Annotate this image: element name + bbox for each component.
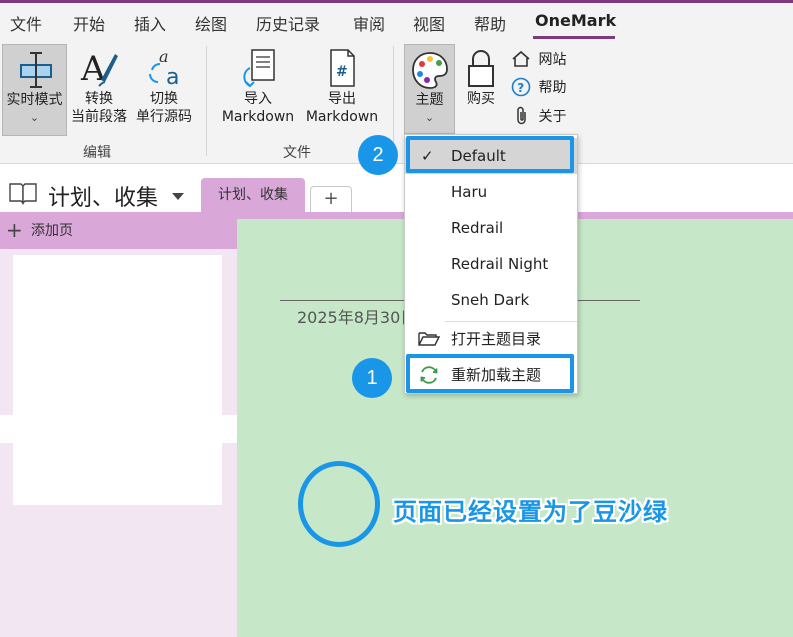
help-label: 帮助 <box>538 80 567 96</box>
group-label-edit: 编辑 <box>83 145 111 161</box>
menu-tab-help[interactable]: 帮助 <box>474 11 506 35</box>
convert-paragraph-button[interactable]: A 转换 当前段落 <box>68 46 130 126</box>
chevron-down-icon: ⌄ <box>29 111 40 124</box>
svg-text:a: a <box>166 65 179 90</box>
theme-option-redrail-night[interactable]: Redrail Night <box>405 246 577 282</box>
plus-icon: + <box>6 218 23 242</box>
menu-tab-insert[interactable]: 插入 <box>134 11 166 35</box>
menu-tab-draw[interactable]: 绘图 <box>195 11 227 35</box>
import-markdown-button[interactable]: 导入 Markdown <box>216 46 300 126</box>
add-page-label: 添加页 <box>31 223 73 239</box>
theme-option-label: Redrail <box>451 219 504 237</box>
add-page-button[interactable]: + 添加页 <box>0 212 237 249</box>
page-list-pane: + 添加页 <box>0 212 237 637</box>
menu-tab-onemark[interactable]: OneMark <box>535 11 616 30</box>
svg-text:a: a <box>159 47 169 66</box>
notebook-icon[interactable] <box>8 181 38 205</box>
realtime-mode-label: 实时模式 <box>6 92 63 108</box>
buy-button[interactable]: 购买 <box>462 48 500 108</box>
menu-bar: 文件 开始 插入 绘图 历史记录 审阅 视图 帮助 OneMark <box>0 3 793 39</box>
realtime-mode-button[interactable]: 实时模式 ⌄ <box>2 44 67 136</box>
about-label: 关于 <box>538 109 567 125</box>
markdown-file-icon: # <box>330 49 355 87</box>
page-list-area <box>13 255 222 505</box>
theme-option-redrail[interactable]: Redrail <box>405 210 577 246</box>
svg-text:#: # <box>336 64 348 80</box>
website-button[interactable]: 网站 <box>511 49 566 69</box>
import-icon <box>243 49 275 88</box>
menu-tab-history[interactable]: 历史记录 <box>256 11 320 35</box>
toggle-label-line2: 单行源码 <box>136 109 192 125</box>
section-tab[interactable]: 计划、收集 <box>201 178 305 212</box>
theme-option-label: Redrail Night <box>451 255 549 273</box>
convert-label-line2: 当前段落 <box>71 109 127 125</box>
convert-text-icon: A <box>80 49 118 89</box>
convert-label-line1: 转换 <box>85 91 113 107</box>
menu-tab-review[interactable]: 审阅 <box>353 11 385 35</box>
step-badge-1: 1 <box>352 358 392 398</box>
palette-icon <box>411 52 448 89</box>
import-label-line2: Markdown <box>221 109 295 125</box>
menu-tab-view[interactable]: 视图 <box>413 11 445 35</box>
theme-label: 主题 <box>415 92 444 108</box>
help-icon: ? <box>511 77 531 97</box>
theme-option-haru[interactable]: Haru <box>405 174 577 210</box>
menu-tab-home[interactable]: 开始 <box>73 11 105 35</box>
toggle-source-icon: a a <box>149 47 179 90</box>
step-badge-2: 2 <box>358 135 398 175</box>
buy-label: 购买 <box>467 91 495 107</box>
export-label-line1: 导出 <box>328 91 356 107</box>
notebook-caret-icon[interactable] <box>172 193 184 200</box>
realtime-mode-icon <box>19 52 52 88</box>
open-theme-folder-item[interactable]: 打开主题目录 <box>405 321 577 357</box>
chevron-down-icon: ⌄ <box>424 111 435 124</box>
theme-button[interactable]: 主题 ⌄ <box>404 44 455 134</box>
home-icon <box>512 50 530 67</box>
svg-text:?: ? <box>517 81 524 95</box>
add-section-button[interactable]: + <box>310 186 352 212</box>
about-button[interactable]: 关于 <box>513 106 566 126</box>
notebook-title[interactable]: 计划、收集 <box>48 180 158 212</box>
highlight-box-default <box>406 136 574 173</box>
theme-option-sneh-dark[interactable]: Sneh Dark <box>405 282 577 318</box>
page-date: 2025年8月30日 <box>297 308 417 327</box>
toggle-label-line1: 切换 <box>150 91 178 107</box>
menu-tab-file[interactable]: 文件 <box>10 11 42 35</box>
ribbon-separator <box>206 46 207 156</box>
folder-open-icon <box>418 332 440 346</box>
annotation-callout: 页面已经设置为了豆沙绿 <box>393 498 668 526</box>
annotation-ring <box>298 461 380 547</box>
export-label-line2: Markdown <box>305 109 379 125</box>
open-theme-folder-label: 打开主题目录 <box>451 330 542 348</box>
lock-icon <box>468 50 494 87</box>
ribbon-separator <box>393 46 394 156</box>
group-label-file: 文件 <box>283 145 311 161</box>
website-label: 网站 <box>538 52 567 68</box>
toggle-source-button[interactable]: a a 切换 单行源码 <box>132 46 196 126</box>
import-label-line1: 导入 <box>244 91 272 107</box>
notebook-bar: 计划、收集 <box>0 164 793 212</box>
export-markdown-button[interactable]: # 导出 Markdown <box>300 46 384 126</box>
highlight-box-reload <box>406 354 574 393</box>
paperclip-icon <box>517 106 526 125</box>
theme-option-label: Haru <box>451 183 488 201</box>
theme-option-label: Sneh Dark <box>451 291 530 309</box>
help-button[interactable]: ? 帮助 <box>511 77 566 97</box>
